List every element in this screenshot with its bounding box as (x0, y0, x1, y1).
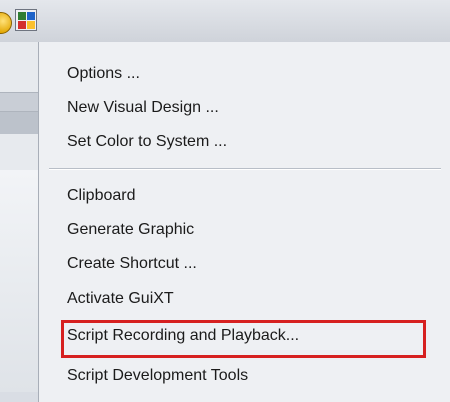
menu-item-script-development-tools[interactable]: Script Development Tools (67, 362, 248, 390)
menu-item-create-shortcut[interactable]: Create Shortcut ... (67, 250, 197, 278)
toolbar (0, 0, 450, 43)
customize-layout-menu: Options ... New Visual Design ... Set Co… (38, 42, 450, 402)
menu-item-activate-guixt[interactable]: Activate GuiXT (67, 285, 174, 313)
menu-item-new-visual-design[interactable]: New Visual Design ... (67, 94, 219, 122)
yellow-circle-icon[interactable] (0, 12, 12, 34)
background-field (0, 112, 38, 134)
menu-item-clipboard[interactable]: Clipboard (67, 182, 135, 210)
menu-item-set-color-to-system[interactable]: Set Color to System ... (67, 128, 227, 156)
menu-item-options[interactable]: Options ... (67, 60, 140, 88)
background-field (0, 92, 38, 112)
background-panel (0, 170, 38, 392)
menu-separator (49, 168, 441, 170)
customize-layout-icon[interactable] (15, 9, 37, 31)
menu-item-generate-graphic[interactable]: Generate Graphic (67, 216, 194, 244)
highlight-box (61, 320, 426, 358)
